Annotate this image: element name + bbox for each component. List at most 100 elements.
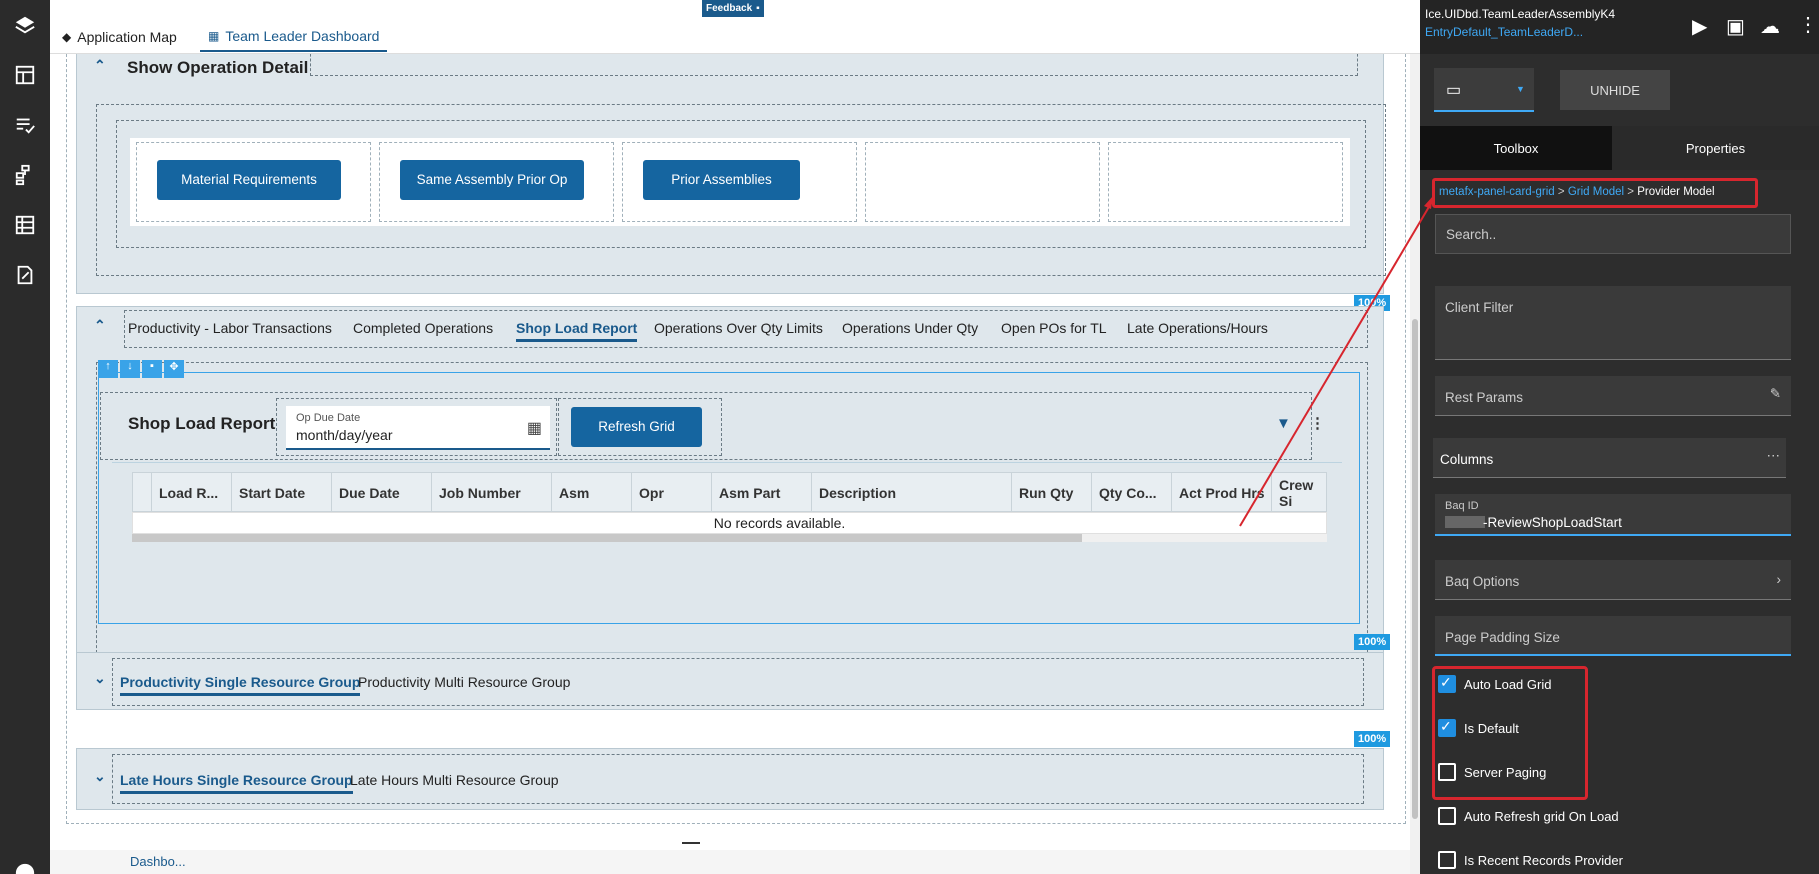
grid-hscroll[interactable] [132, 534, 1327, 542]
delete-icon[interactable]: ▪ [142, 360, 162, 378]
prior-assemblies-button[interactable]: Prior Assemblies [643, 160, 800, 200]
auto-load-grid-checkbox[interactable]: ✓ [1438, 674, 1456, 693]
op-due-date-field[interactable]: Op Due Date month/day/year ▦ [286, 406, 550, 450]
edit-doc-icon[interactable] [12, 262, 38, 288]
cloud-upload-icon[interactable]: ☁ [1760, 14, 1780, 39]
rest-params-field[interactable]: Rest Params ✎ [1435, 376, 1791, 416]
column-header[interactable]: Asm Part [711, 473, 811, 513]
slot-5 [1108, 142, 1343, 222]
more-vert-icon[interactable]: ⋮ [1798, 12, 1818, 37]
material-requirements-button[interactable]: Material Requirements [157, 160, 341, 200]
save-icon[interactable]: ▣ [1726, 14, 1745, 39]
auto-refresh-checkbox[interactable] [1438, 807, 1456, 825]
same-assembly-prior-op-button[interactable]: Same Assembly Prior Op [400, 160, 584, 200]
breadcrumb-item[interactable]: Grid Model [1568, 186, 1624, 198]
server-paging-checkbox[interactable] [1438, 763, 1456, 781]
tab-late-hours-multi[interactable]: Late Hours Multi Resource Group [350, 772, 559, 788]
refresh-grid-button[interactable]: Refresh Grid [571, 407, 702, 447]
move-up-icon[interactable]: ↑ [98, 360, 118, 378]
breadcrumb-separator: > [1627, 186, 1638, 198]
chevron-up-icon[interactable]: ⌃ [94, 317, 106, 334]
layers-icon[interactable] [12, 12, 38, 38]
more-vert-icon[interactable]: ⋮ [1310, 414, 1325, 432]
resize-handle[interactable] [682, 842, 700, 844]
header-slot [310, 54, 1358, 76]
play-icon[interactable]: ▶ [1692, 14, 1707, 39]
column-header[interactable]: Due Date [331, 473, 431, 513]
footer-text[interactable]: Dashbo... [130, 854, 186, 869]
baq-options-label: Baq Options [1445, 574, 1520, 589]
tab-application-map[interactable]: ◆ Application Map [62, 22, 177, 52]
calendar-icon[interactable]: ▦ [527, 418, 542, 438]
baq-id-label: Baq ID [1445, 500, 1479, 512]
auto-load-grid-label: Auto Load Grid [1464, 677, 1552, 692]
table-icon[interactable] [12, 212, 38, 238]
client-filter-label: Client Filter [1445, 300, 1514, 315]
hierarchy-icon[interactable] [12, 162, 38, 188]
pencil-icon[interactable]: ✎ [1770, 386, 1781, 402]
drag-icon[interactable]: ✥ [164, 360, 184, 378]
checklist-icon[interactable] [12, 112, 38, 138]
baq-id-field[interactable]: Baq ID -ReviewShopLoadStart [1435, 494, 1791, 536]
op-due-date-label: Op Due Date [296, 412, 361, 424]
unhide-button[interactable]: UNHIDE [1560, 70, 1670, 110]
check-icon: ✓ [1440, 718, 1452, 734]
column-header[interactable]: Asm [551, 473, 631, 513]
is-recent-records-checkbox[interactable] [1438, 851, 1456, 869]
left-nav-rail [0, 0, 50, 874]
column-header[interactable]: Job Number [431, 473, 551, 513]
column-header[interactable]: Act Prod Hrs [1171, 473, 1271, 513]
chevron-right-icon: › [1776, 572, 1782, 587]
column-header[interactable]: Qty Co... [1091, 473, 1171, 513]
feedback-button[interactable]: Feedback ▪ [702, 0, 764, 17]
chevron-down-icon[interactable]: ⌄ [94, 670, 106, 687]
scroll-thumb[interactable] [1412, 319, 1418, 819]
move-down-icon[interactable]: ↓ [120, 360, 140, 378]
tab-shop-load-report[interactable]: Shop Load Report [516, 320, 638, 342]
device-select[interactable]: ▭ ▼ [1434, 68, 1534, 112]
chevron-up-icon[interactable]: ⌃ [94, 57, 106, 74]
column-header[interactable]: Load R... [151, 473, 231, 513]
dashboard-icon[interactable] [12, 62, 38, 88]
tab-label: Application Map [77, 29, 177, 45]
page-padding-field[interactable]: Page Padding Size [1435, 616, 1791, 656]
breadcrumb-item[interactable]: metafx-panel-card-grid [1439, 186, 1555, 198]
search-placeholder: Search.. [1446, 227, 1497, 242]
help-icon[interactable] [12, 860, 38, 874]
column-header[interactable]: Opr [631, 473, 711, 513]
feedback-label: Feedback [706, 3, 753, 14]
tab-late-hours-single[interactable]: Late Hours Single Resource Group [120, 772, 353, 794]
more-horiz-icon[interactable]: ⋯ [1767, 448, 1781, 464]
column-header[interactable]: Run Qty [1011, 473, 1091, 513]
is-default-checkbox[interactable]: ✓ [1438, 718, 1456, 737]
grid-hscroll-thumb[interactable] [132, 534, 1082, 542]
tab-productivity-labor[interactable]: Productivity - Labor Transactions [128, 320, 332, 336]
column-header[interactable]: Description [811, 473, 1011, 513]
tab-productivity-single[interactable]: Productivity Single Resource Group [120, 674, 361, 696]
chevron-down-icon[interactable]: ⌄ [94, 768, 106, 785]
column-header[interactable]: Start Date [231, 473, 331, 513]
column-header[interactable]: Crew Si [1271, 473, 1328, 513]
tab-operations-over-qty[interactable]: Operations Over Qty Limits [654, 320, 823, 336]
client-filter-field[interactable]: Client Filter [1435, 286, 1791, 360]
properties-panel: Ice.UIDbd.TeamLeaderAssemblyK4 EntryDefa… [1420, 0, 1819, 874]
percent-badge: 100% [1354, 634, 1391, 650]
tab-late-operations[interactable]: Late Operations/Hours [1127, 320, 1268, 336]
layers-icon: ◆ [62, 30, 72, 44]
tab-productivity-multi[interactable]: Productivity Multi Resource Group [358, 674, 570, 690]
tab-team-leader-dashboard[interactable]: ▦ Team Leader Dashboard [200, 22, 388, 52]
search-input[interactable]: Search.. [1435, 214, 1791, 254]
divider [112, 462, 1342, 463]
tab-operations-under-qty[interactable]: Operations Under Qty [842, 320, 978, 336]
canvas-scrollbar[interactable] [1410, 54, 1420, 874]
entry-name[interactable]: EntryDefault_TeamLeaderD... [1425, 25, 1583, 39]
tab-properties[interactable]: Properties [1612, 126, 1819, 170]
baq-options-field[interactable]: Baq Options › [1435, 560, 1791, 600]
tab-toolbox[interactable]: Toolbox [1420, 126, 1612, 170]
filter-icon[interactable]: ▼ [1276, 415, 1291, 432]
columns-field[interactable]: Columns ⋯ [1433, 438, 1786, 478]
panel-header: Ice.UIDbd.TeamLeaderAssemblyK4 EntryDefa… [1420, 0, 1819, 54]
page-padding-label: Page Padding Size [1445, 630, 1560, 645]
tab-open-pos[interactable]: Open POs for TL [1001, 320, 1107, 336]
tab-completed-operations[interactable]: Completed Operations [353, 320, 493, 336]
